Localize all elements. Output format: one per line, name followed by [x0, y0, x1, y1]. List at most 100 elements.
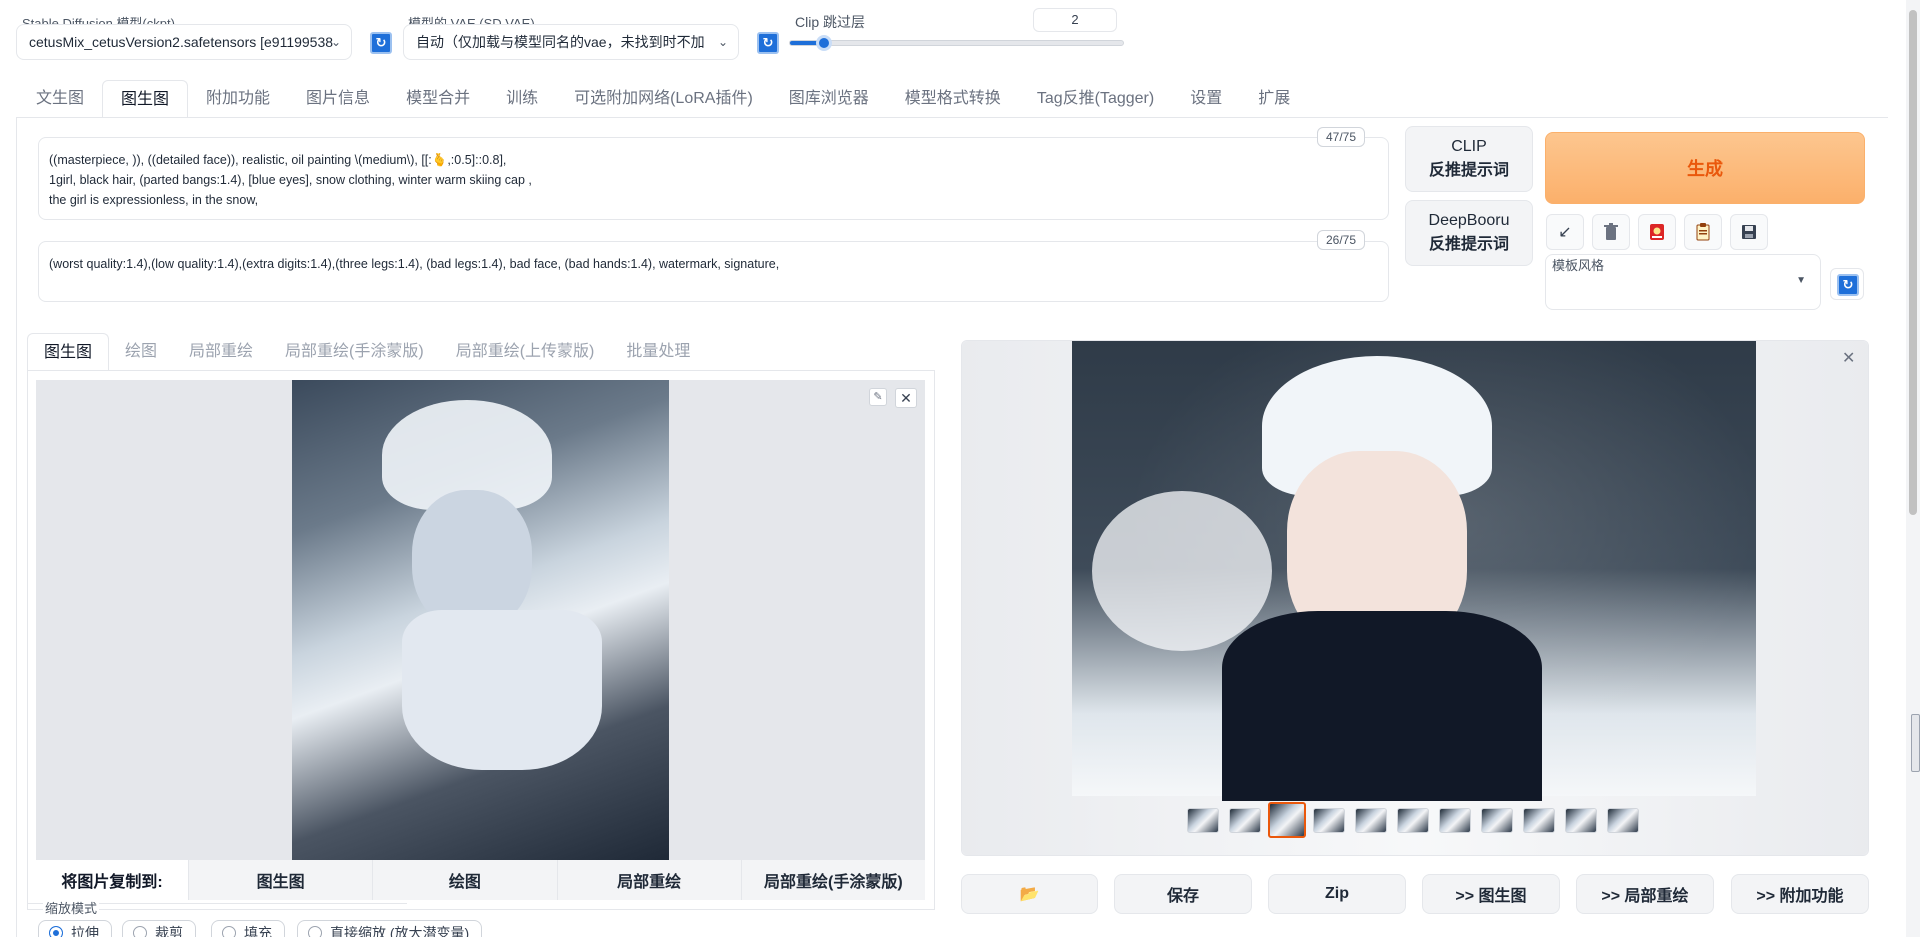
gallery-thumb[interactable] [1439, 808, 1471, 833]
tab-model-converter[interactable]: 模型格式转换 [887, 80, 1019, 118]
negative-token-count: 26/75 [1317, 230, 1366, 250]
gallery-thumb[interactable] [1313, 808, 1345, 833]
page-scrollbar[interactable] [1906, 0, 1920, 937]
tab-checkpoint-merger[interactable]: 模型合并 [388, 80, 488, 118]
subtab-batch[interactable]: 批量处理 [610, 333, 706, 371]
clip-interrogate-button[interactable]: CLIP 反推提示词 [1405, 126, 1533, 192]
subtab-sketch[interactable]: 绘图 [109, 333, 173, 371]
deepbooru-line2: 反推提示词 [1428, 236, 1509, 253]
deepbooru-interrogate-button[interactable]: DeepBooru 反推提示词 [1405, 200, 1533, 266]
gallery-thumb-selected[interactable] [1268, 802, 1306, 838]
radio-dot [222, 926, 236, 937]
resize-option-label: 拉伸 [71, 925, 99, 937]
close-icon[interactable]: ✕ [895, 388, 917, 408]
clip-skip-handle[interactable] [815, 35, 832, 51]
read-params-button[interactable]: ↙ [1546, 214, 1584, 250]
copy-to-row: 将图片复制到: 图生图 绘图 局部重绘 局部重绘(手涂蒙版) [36, 860, 925, 900]
caret-down-icon: ▼ [1796, 275, 1806, 286]
folder-icon: 📂 [1019, 886, 1040, 903]
copy-to-sketch-button[interactable]: 绘图 [372, 860, 557, 900]
send-to-extras-button[interactable]: >> 附加功能 [1731, 874, 1869, 914]
tab-settings[interactable]: 设置 [1172, 80, 1240, 118]
refresh-vae-button[interactable]: ↻ [757, 32, 779, 54]
ckpt-select[interactable]: cetusMix_cetusVersion2.safetensors [e911… [16, 24, 352, 60]
refresh-styles-button[interactable]: ↻ [1830, 268, 1864, 300]
copy-to-label: 将图片复制到: [36, 860, 188, 900]
send-to-img2img-button[interactable]: >> 图生图 [1422, 874, 1560, 914]
refresh-ckpt-button[interactable]: ↻ [370, 32, 392, 54]
gallery-thumb[interactable] [1523, 808, 1555, 833]
tab-train[interactable]: 训练 [488, 80, 556, 118]
resize-option-label: 裁剪 [155, 925, 183, 937]
gallery-thumb[interactable] [1355, 808, 1387, 833]
refresh-icon: ↻ [375, 35, 387, 50]
clip-skip-input[interactable]: 2 [1033, 8, 1117, 32]
gallery-thumb[interactable] [1187, 808, 1219, 833]
generate-button[interactable]: 生成 [1545, 132, 1865, 204]
save-icon [1742, 225, 1756, 239]
gallery-thumb[interactable] [1229, 808, 1261, 833]
image-upload-area[interactable]: ✎ ✕ [36, 380, 925, 860]
deepbooru-line1: DeepBooru [1428, 212, 1510, 229]
output-image[interactable] [1072, 341, 1756, 801]
tab-tagger[interactable]: Tag反推(Tagger) [1019, 80, 1172, 118]
extra-networks-button[interactable] [1638, 214, 1676, 250]
copy-to-inpaint-button[interactable]: 局部重绘 [556, 860, 741, 900]
refresh-icon: ↻ [762, 35, 774, 50]
subtab-inpaint-sketch[interactable]: 局部重绘(手涂蒙版) [269, 333, 440, 371]
resize-option-crop[interactable]: 裁剪 [122, 920, 196, 937]
chevron-down-icon: ⌄ [330, 35, 341, 49]
resize-option-latent[interactable]: 直接缩放 (放大潜变量) [297, 920, 483, 937]
resize-mode-label: 缩放模式 [43, 898, 100, 917]
tab-extensions[interactable]: 扩展 [1240, 80, 1308, 118]
subtab-inpaint[interactable]: 局部重绘 [173, 333, 269, 371]
zip-button[interactable]: Zip [1268, 874, 1406, 914]
clip-skip-label: Clip 跳过层 [795, 14, 866, 30]
subtab-inpaint-upload[interactable]: 局部重绘(上传蒙版) [440, 333, 611, 371]
image-cape-shape [402, 610, 602, 770]
clear-prompt-button[interactable] [1592, 214, 1630, 250]
img2img-subtabs: 图生图 绘图 局部重绘 局部重绘(手涂蒙版) 局部重绘(上传蒙版) 批量处理 [27, 333, 706, 371]
tab-image-browser[interactable]: 图库浏览器 [771, 80, 887, 118]
send-to-inpaint-button[interactable]: >> 局部重绘 [1576, 874, 1714, 914]
tab-extras[interactable]: 附加功能 [188, 80, 288, 118]
resize-option-fill[interactable]: 填充 [211, 920, 285, 937]
radio-dot [308, 926, 322, 937]
gallery-thumb[interactable] [1565, 808, 1597, 833]
negative-prompt[interactable]: (worst quality:1.4),(low quality:1.4),(e… [38, 241, 1389, 302]
refresh-icon: ↻ [1837, 274, 1859, 296]
gallery-thumb[interactable] [1607, 808, 1639, 833]
scrollbar-thumb[interactable] [1909, 10, 1917, 515]
close-icon[interactable]: ✕ [1842, 348, 1855, 368]
save-button[interactable]: 保存 [1114, 874, 1252, 914]
input-image [292, 380, 669, 860]
copy-to-inpaint-sketch-button[interactable]: 局部重绘(手涂蒙版) [740, 860, 925, 900]
radio-dot [49, 926, 63, 937]
card-icon [1650, 224, 1664, 240]
positive-prompt[interactable]: ((masterpiece, )), ((detailed face)), re… [38, 137, 1389, 220]
edit-icon[interactable]: ✎ [869, 388, 887, 406]
tab-img2img[interactable]: 图生图 [102, 80, 189, 118]
vae-select[interactable]: 自动（仅加载与模型同名的vae，未找到时不加 ⌄ [403, 24, 739, 60]
main-tabs: 文生图 图生图 附加功能 图片信息 模型合并 训练 可选附加网络(LoRA插件)… [18, 80, 1308, 118]
style-label: 模板风格 [1552, 258, 1605, 273]
save-style-button[interactable] [1730, 214, 1768, 250]
clip-interrogate-line1: CLIP [1451, 138, 1487, 155]
side-handle[interactable] [1911, 714, 1920, 772]
tab-png-info[interactable]: 图片信息 [288, 80, 388, 118]
arrow-icon: ↙ [1558, 224, 1572, 241]
tab-additional-networks[interactable]: 可选附加网络(LoRA插件) [556, 80, 771, 118]
resize-option-label: 直接缩放 (放大潜变量) [330, 925, 470, 937]
chevron-down-icon: ⌄ [717, 35, 728, 49]
copy-to-img2img-button[interactable]: 图生图 [188, 860, 373, 900]
gallery-thumb[interactable] [1397, 808, 1429, 833]
gallery-thumb[interactable] [1481, 808, 1513, 833]
tab-txt2img[interactable]: 文生图 [18, 80, 102, 118]
subtab-img2img[interactable]: 图生图 [27, 333, 110, 371]
trash-icon [1604, 223, 1618, 240]
apply-style-button[interactable] [1684, 214, 1722, 250]
style-select[interactable]: 模板风格 ▼ [1545, 254, 1821, 310]
clip-skip-slider[interactable] [789, 35, 1124, 51]
open-folder-button[interactable]: 📂 [961, 874, 1098, 914]
resize-option-stretch[interactable]: 拉伸 [38, 920, 112, 937]
